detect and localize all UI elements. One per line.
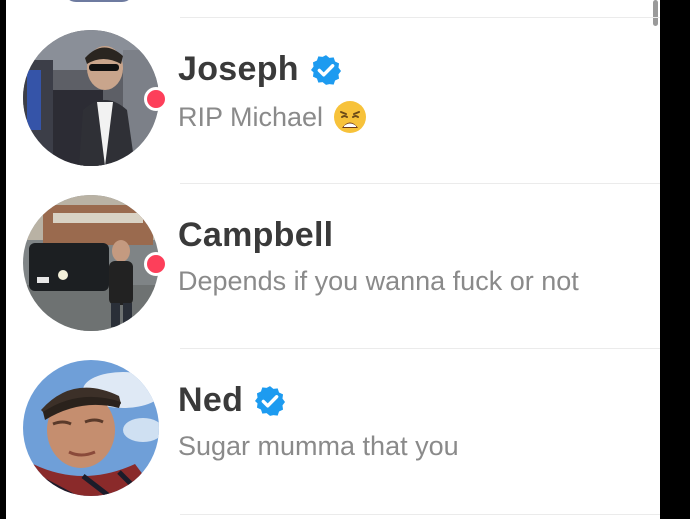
weary-face-emoji-icon [333,100,367,134]
verified-badge-icon [309,53,343,87]
contact-name: Ned [178,381,244,419]
name-line: Campbell [178,216,333,255]
last-message: Depends if you wanna fuck or not [178,266,579,297]
avatar[interactable] [23,195,159,331]
conversation-row-ned[interactable]: Ned Sugar mumma that you [6,349,660,514]
last-message-text: RIP Michael [178,101,324,132]
unread-indicator [144,87,168,111]
last-message: RIP Michael [178,100,367,134]
conversation-row-campbell[interactable]: Campbell Depends if you wanna fuck or no… [6,184,660,349]
name-line: Ned [178,381,287,420]
previous-conversation-avatar[interactable] [64,0,134,2]
verified-badge-icon [253,384,287,418]
avatar[interactable] [23,30,159,166]
message-list-screen: Joseph RIP Michael Campbell Depends if y… [6,0,660,519]
unread-indicator [144,252,168,276]
last-message: Sugar mumma that you [178,431,459,462]
divider [180,514,660,515]
name-line: Joseph [178,50,343,89]
contact-name: Joseph [178,50,299,88]
last-message-text: Sugar mumma that you [178,431,459,461]
conversation-row-joseph[interactable]: Joseph RIP Michael [6,18,660,183]
avatar[interactable] [23,360,159,496]
last-message-text: Depends if you wanna fuck or not [178,266,579,296]
contact-name: Campbell [178,216,334,254]
